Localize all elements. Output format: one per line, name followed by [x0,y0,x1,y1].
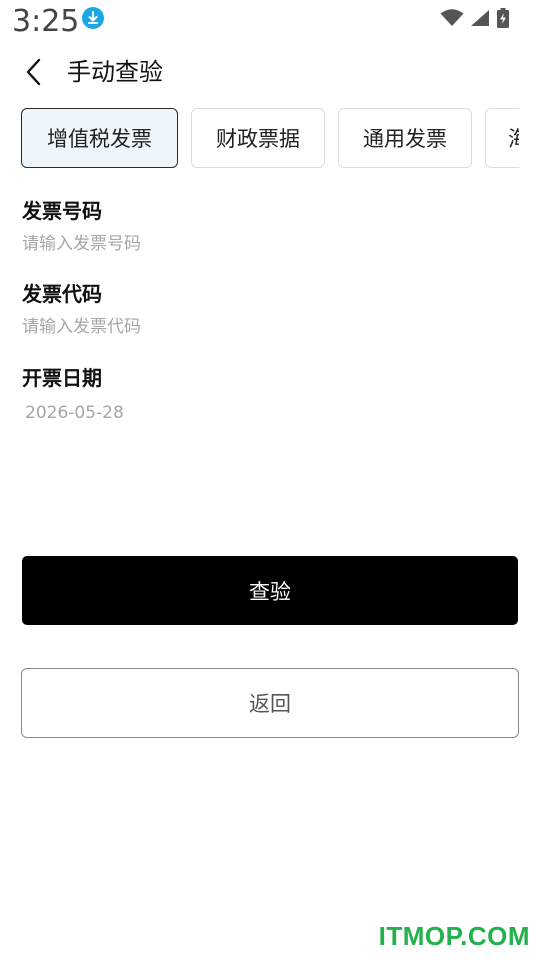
tab-label: 通用发票 [363,127,447,151]
tab-label: 海 [508,127,519,151]
invoice-number-input[interactable] [22,234,518,254]
issue-date-field: 开票日期 2026-05-28 [22,365,518,423]
status-bar: 3:25 [0,0,540,44]
wifi-icon [440,9,464,26]
status-icons [440,8,510,28]
download-icon [82,7,104,29]
tab-vat-invoice[interactable]: 增值税发票 [21,108,178,168]
signal-icon [471,10,489,26]
invoice-type-tabs[interactable]: 增值税发票 财政票据 通用发票 海 [21,108,519,168]
return-button[interactable]: 返回 [21,668,519,738]
issue-date-label: 开票日期 [22,366,102,390]
back-button[interactable] [16,54,52,90]
app-header: 手动查验 [0,48,540,96]
chevron-left-icon [26,58,41,86]
page-title: 手动查验 [67,58,163,86]
tab-label: 增值税发票 [47,127,152,151]
battery-charging-icon [497,8,509,28]
tab-next-partial[interactable]: 海 [485,108,519,168]
verify-button[interactable]: 查验 [22,556,518,625]
invoice-code-input[interactable] [22,317,518,337]
invoice-code-field: 发票代码 [22,281,518,337]
watermark: ITMOP.COM [378,921,530,951]
tab-fiscal-receipt[interactable]: 财政票据 [191,108,325,168]
invoice-number-field: 发票号码 [22,198,518,254]
invoice-number-label: 发票号码 [22,199,102,223]
tab-label: 财政票据 [216,127,300,151]
tab-general-invoice[interactable]: 通用发票 [338,108,472,168]
status-time: 3:25 [12,4,80,39]
invoice-code-label: 发票代码 [22,282,102,306]
issue-date-picker[interactable]: 2026-05-28 [25,403,518,423]
